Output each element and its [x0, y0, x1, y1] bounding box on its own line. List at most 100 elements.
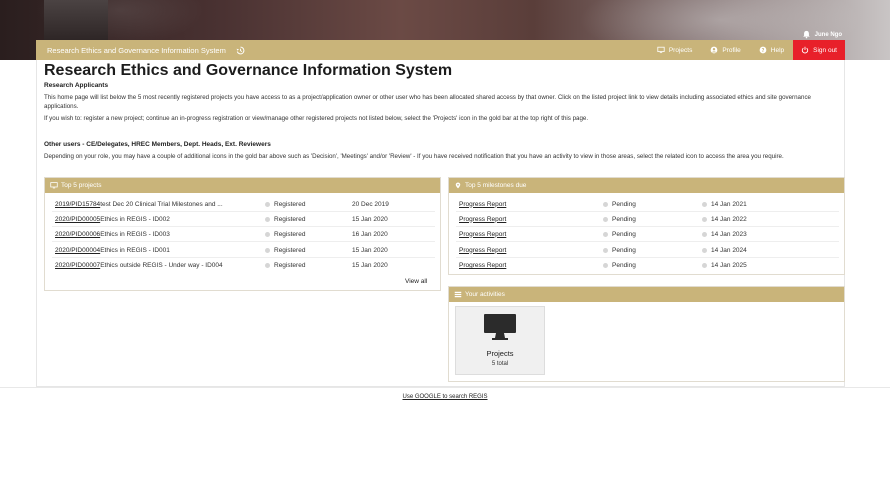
milestone-date: 14 Jan 2023 [711, 230, 747, 238]
milestone-status: Pending [612, 200, 636, 208]
project-name: Ethics outside REGIS - Under way - ID004 [100, 262, 223, 269]
project-status: Registered [274, 230, 306, 238]
milestone-date: 14 Jan 2024 [711, 246, 747, 254]
intro-paragraph: This home page will list below the 5 mos… [44, 94, 811, 110]
status-dot [603, 263, 608, 268]
top-nav-bar: Research Ethics and Governance Informati… [36, 40, 845, 60]
date-dot [702, 247, 707, 253]
brand[interactable]: Research Ethics and Governance Informati… [36, 46, 245, 55]
milestone-date: 14 Jan 2022 [711, 215, 747, 223]
status-dot [265, 247, 270, 253]
nav-help[interactable]: ? Help [750, 40, 793, 60]
milestones-title: Top 5 milestones due [465, 182, 527, 189]
section-other-users: Other users - CE/Delegates, HREC Members… [44, 141, 271, 148]
milestone-date: 14 Jan 2025 [711, 262, 747, 269]
date-dot [702, 201, 707, 207]
milestone-status: Pending [612, 215, 636, 223]
other-users-paragraph: Depending on your role, you may have a c… [44, 153, 784, 160]
project-name: Ethics in REGIS - ID003 [100, 230, 170, 238]
milestone-link[interactable]: Progress Report [459, 201, 506, 208]
table-row[interactable]: 2020/PID00006 Ethics in REGIS - ID003 Re… [52, 227, 435, 242]
history-icon[interactable] [236, 46, 245, 55]
list-item[interactable]: Progress Report Pending 14 Jan 2022 [456, 212, 839, 227]
project-id-link[interactable]: 2020/PID00006 [55, 231, 100, 238]
milestone-link[interactable]: Progress Report [459, 216, 506, 223]
signout-button[interactable]: Sign out [793, 40, 845, 60]
status-dot [603, 201, 608, 207]
brand-title: Research Ethics and Governance Informati… [47, 45, 226, 55]
google-search-link[interactable]: Use GOOGLE to search REGIS [0, 394, 890, 400]
date-dot [702, 231, 707, 237]
project-id-link[interactable]: 2020/PID00005 [55, 216, 100, 223]
project-date: 15 Jan 2020 [352, 246, 388, 254]
status-dot [265, 201, 270, 207]
power-icon [801, 46, 809, 54]
tile-label: Projects [486, 349, 514, 358]
project-date: 15 Jan 2020 [352, 215, 388, 223]
list-item[interactable]: Progress Report Pending 14 Jan 2021 [456, 197, 839, 212]
help-icon: ? [759, 46, 767, 54]
status-dot [603, 247, 608, 253]
list-item[interactable]: Progress Report Pending 14 Jan 2023 [456, 227, 839, 242]
top-projects-header: Top 5 projects [45, 178, 440, 193]
date-dot [702, 263, 707, 268]
project-date: 20 Dec 2019 [352, 200, 389, 208]
project-status: Registered [274, 246, 306, 254]
bell-icon [802, 30, 810, 39]
footer-divider [0, 387, 890, 388]
project-name: test Dec 20 Clinical Trial Milestones an… [100, 200, 223, 208]
project-date: 15 Jan 2020 [352, 262, 388, 269]
project-id-link[interactable]: 2020/PID00007 [55, 262, 100, 269]
milestone-link[interactable]: Progress Report [459, 262, 506, 269]
milestones-header: Top 5 milestones due [449, 178, 844, 193]
table-row[interactable]: 2020/PID00007 Ethics outside REGIS - Und… [52, 258, 435, 273]
table-row[interactable]: 2019/PID15784 test Dec 20 Clinical Trial… [52, 197, 435, 212]
project-status: Registered [274, 215, 306, 223]
tile-count: 5 total [491, 361, 509, 367]
list-icon [454, 291, 462, 298]
nav-profile[interactable]: Profile [701, 40, 749, 60]
page-title: Research Ethics and Governance Informati… [44, 62, 453, 79]
table-row[interactable]: 2020/PID00004 Ethics in REGIS - ID001 Re… [52, 243, 435, 258]
nav-help-label: Help [770, 46, 785, 54]
status-dot [265, 216, 270, 222]
table-row[interactable]: 2020/PID00005 Ethics in REGIS - ID002 Re… [52, 212, 435, 227]
date-dot [702, 216, 707, 222]
project-id-link[interactable]: 2019/PID15784 [55, 201, 100, 208]
project-status: Registered [274, 262, 306, 269]
map-marker-icon [455, 182, 461, 189]
top-projects-title: Top 5 projects [61, 182, 102, 189]
milestone-status: Pending [612, 230, 636, 238]
nav-projects[interactable]: Projects [648, 40, 701, 60]
user-circle-icon [710, 46, 718, 54]
status-dot [265, 263, 270, 268]
status-dot [265, 231, 270, 237]
project-name: Ethics in REGIS - ID001 [100, 246, 170, 254]
project-name: Ethics in REGIS - ID002 [100, 215, 170, 223]
milestone-link[interactable]: Progress Report [459, 231, 506, 238]
nav-profile-label: Profile [722, 46, 741, 54]
project-id-link[interactable]: 2020/PID00004 [55, 247, 100, 254]
projects-instructions: If you wish to: register a new project; … [44, 115, 589, 122]
view-all-link[interactable]: View all [405, 278, 427, 285]
signout-label: Sign out [813, 46, 837, 54]
nav-projects-label: Projects [668, 46, 693, 54]
activities-header: Your activities [449, 287, 844, 302]
svg-text:?: ? [761, 48, 764, 54]
milestone-status: Pending [612, 246, 636, 254]
list-item[interactable]: Progress Report Pending 14 Jan 2024 [456, 243, 839, 258]
status-dot [603, 216, 608, 222]
projects-activity-tile[interactable]: Projects 5 total [455, 306, 545, 375]
monitor-icon [484, 314, 516, 340]
monitor-icon [50, 182, 58, 189]
monitor-icon [657, 46, 665, 54]
activities-title: Your activities [465, 291, 505, 298]
milestone-link[interactable]: Progress Report [459, 247, 506, 254]
status-dot [603, 231, 608, 237]
user-menu[interactable]: June Ngo [802, 30, 842, 39]
project-date: 16 Jan 2020 [352, 230, 388, 238]
nav-actions: Projects Profile ? Help Sign out [648, 40, 845, 60]
milestone-status: Pending [612, 262, 636, 269]
project-status: Registered [274, 200, 306, 208]
list-item[interactable]: Progress Report Pending 14 Jan 2025 [456, 258, 839, 273]
